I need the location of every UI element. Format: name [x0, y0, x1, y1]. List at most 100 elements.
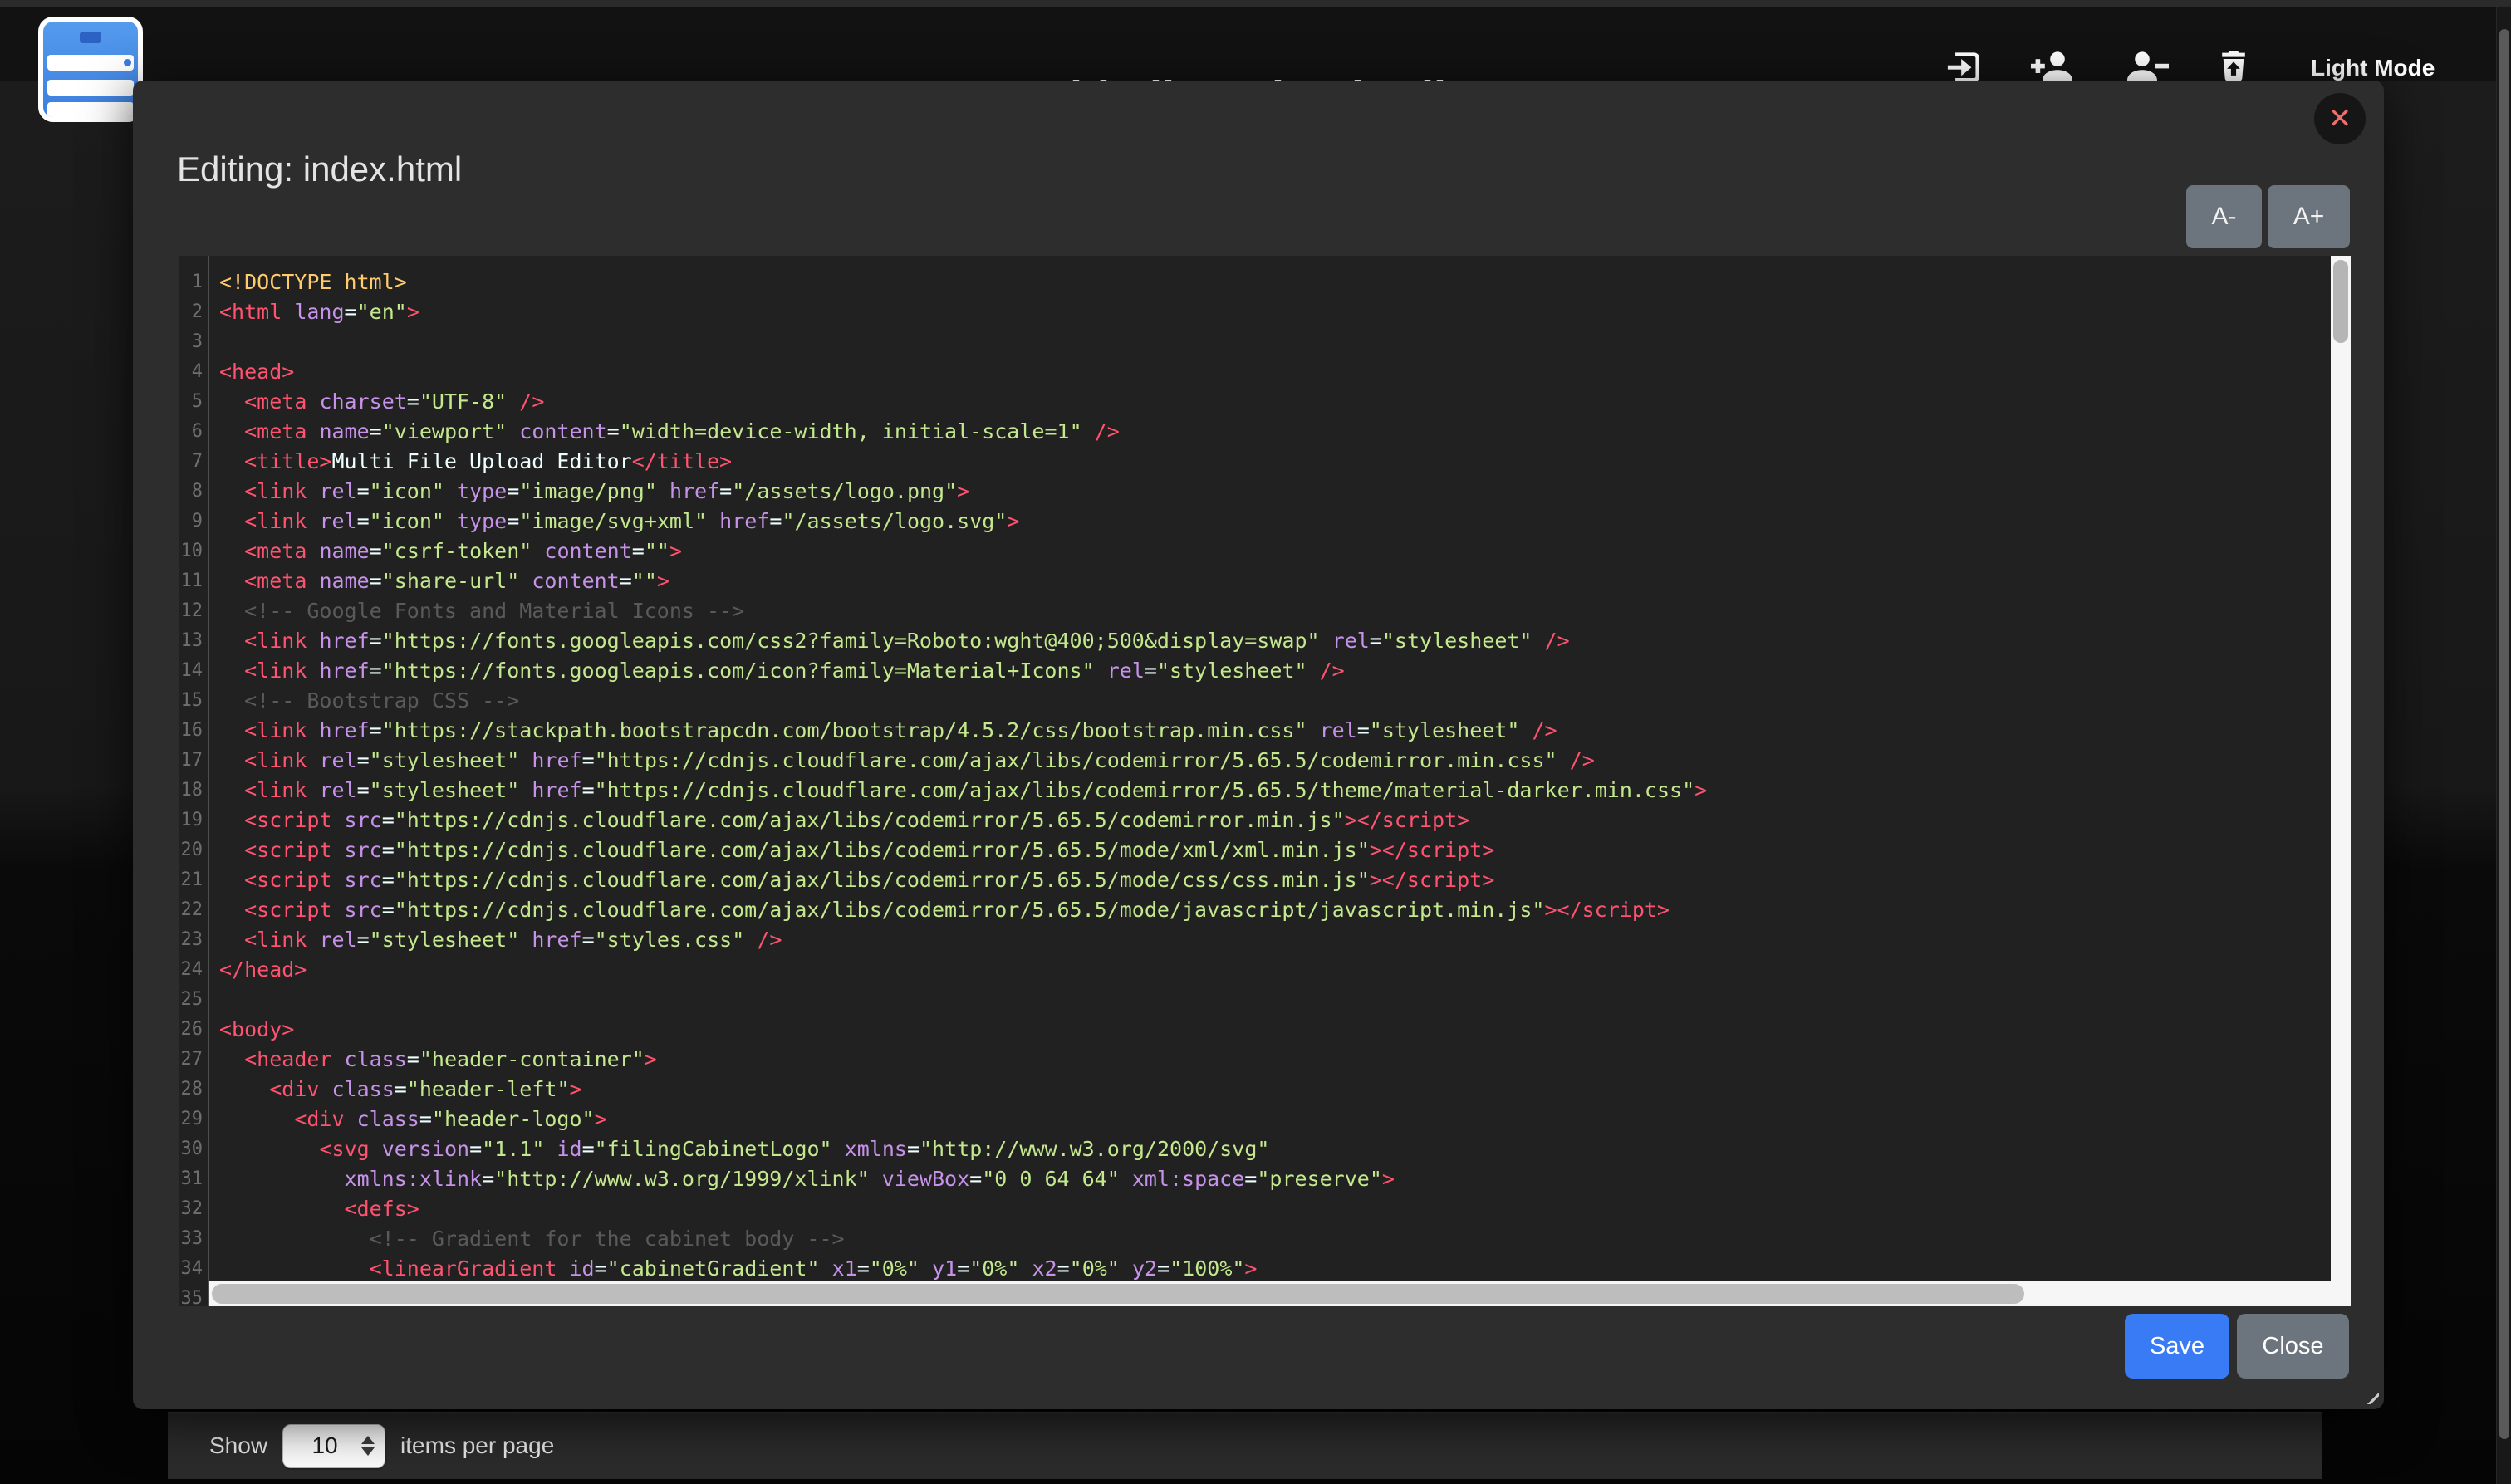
code-line[interactable]: <title>Multi File Upload Editor</title> — [219, 447, 2351, 477]
code-line[interactable]: <script src="https://cdnjs.cloudflare.co… — [219, 806, 2351, 835]
editor-vertical-scrollbar-thumb[interactable] — [2333, 260, 2348, 343]
logo-drawer-handle — [80, 32, 101, 43]
line-number: 12 — [179, 596, 208, 626]
items-per-page-label: items per page — [400, 1433, 554, 1459]
line-number: 22 — [179, 895, 208, 925]
line-number: 13 — [179, 626, 208, 656]
code-line[interactable]: <script src="https://cdnjs.cloudflare.co… — [219, 835, 2351, 865]
code-line[interactable]: <link rel="stylesheet" href="https://cdn… — [219, 746, 2351, 776]
app-logo — [38, 17, 143, 122]
page-scrollbar-thumb[interactable] — [2499, 29, 2509, 1439]
code-line[interactable] — [219, 985, 2351, 1015]
code-line[interactable]: <svg version="1.1" id="filingCabinetLogo… — [219, 1134, 2351, 1164]
code-line[interactable]: <link href="https://fonts.googleapis.com… — [219, 656, 2351, 686]
light-mode-toggle[interactable]: Light Mode — [2311, 55, 2435, 81]
line-number: 17 — [179, 746, 208, 776]
code-line[interactable]: <link rel="stylesheet" href="styles.css"… — [219, 925, 2351, 955]
logo-drawer-knob — [124, 59, 131, 66]
line-number: 3 — [179, 327, 208, 357]
line-number: 31 — [179, 1164, 208, 1194]
line-number: 14 — [179, 656, 208, 686]
line-number: 6 — [179, 417, 208, 447]
line-number: 7 — [179, 447, 208, 477]
line-number: 8 — [179, 477, 208, 507]
close-icon: ✕ — [2328, 105, 2352, 133]
line-number: 5 — [179, 387, 208, 417]
code-line[interactable]: <meta name="csrf-token" content=""> — [219, 536, 2351, 566]
restore-trash-icon[interactable] — [2214, 47, 2253, 85]
code-line[interactable]: <!-- Google Fonts and Material Icons --> — [219, 596, 2351, 626]
logo-drawer — [47, 102, 134, 118]
code-line[interactable]: <defs> — [219, 1194, 2351, 1224]
spinner-up-arrow-icon — [361, 1436, 375, 1444]
line-number: 9 — [179, 507, 208, 536]
line-number: 11 — [179, 566, 208, 596]
font-increase-button[interactable]: A+ — [2268, 185, 2350, 248]
code-line[interactable]: <meta name="viewport" content="width=dev… — [219, 417, 2351, 447]
code-line[interactable]: <header class="header-container"> — [219, 1045, 2351, 1075]
code-line[interactable]: <head> — [219, 357, 2351, 387]
code-line[interactable]: <!-- Gradient for the cabinet body --> — [219, 1224, 2351, 1254]
line-number: 25 — [179, 985, 208, 1015]
show-label: Show — [209, 1433, 267, 1459]
code-line[interactable]: <meta name="share-url" content=""> — [219, 566, 2351, 596]
code-line[interactable]: <link href="https://fonts.googleapis.com… — [219, 626, 2351, 656]
edit-modal: Editing: index.html ✕ A- A+ 123456789101… — [133, 81, 2384, 1409]
app-window: Multi File Upload Editor Light — [0, 0, 2511, 1484]
font-decrease-button[interactable]: A- — [2186, 185, 2262, 248]
page-scrollbar[interactable] — [2496, 7, 2511, 1484]
code-line[interactable]: <html lang="en"> — [219, 297, 2351, 327]
code-line[interactable]: <body> — [219, 1015, 2351, 1045]
line-number: 32 — [179, 1194, 208, 1224]
line-number: 15 — [179, 686, 208, 716]
code-line[interactable]: <script src="https://cdnjs.cloudflare.co… — [219, 895, 2351, 925]
line-number: 34 — [179, 1254, 208, 1284]
modal-close-button[interactable]: ✕ — [2314, 93, 2366, 144]
items-per-page-select[interactable]: 10 — [282, 1424, 385, 1468]
line-number: 24 — [179, 955, 208, 985]
logo-drawer — [47, 80, 134, 96]
code-line[interactable]: <div class="header-logo"> — [219, 1104, 2351, 1134]
modal-resize-handle[interactable] — [2356, 1381, 2379, 1404]
line-number: 10 — [179, 536, 208, 566]
code-line[interactable]: <link rel="icon" type="image/svg+xml" hr… — [219, 507, 2351, 536]
editor-gutter: 1234567891011121314151617181920212223242… — [179, 256, 209, 1306]
code-line[interactable]: <link rel="icon" type="image/png" href="… — [219, 477, 2351, 507]
code-line[interactable]: xmlns:xlink="http://www.w3.org/1999/xlin… — [219, 1164, 2351, 1194]
select-spinner-icon — [361, 1425, 375, 1467]
code-line[interactable]: <div class="header-left"> — [219, 1075, 2351, 1104]
line-number: 26 — [179, 1015, 208, 1045]
line-number: 33 — [179, 1224, 208, 1254]
code-line[interactable]: </head> — [219, 955, 2351, 985]
save-button[interactable]: Save — [2125, 1314, 2229, 1379]
code-line[interactable] — [219, 327, 2351, 357]
line-number: 18 — [179, 776, 208, 806]
line-number: 30 — [179, 1134, 208, 1164]
editor-horizontal-scrollbar[interactable] — [209, 1281, 2351, 1306]
code-line[interactable]: <!-- Bootstrap CSS --> — [219, 686, 2351, 716]
modal-title: Editing: index.html — [177, 149, 462, 189]
line-number: 23 — [179, 925, 208, 955]
line-number: 28 — [179, 1075, 208, 1104]
close-button[interactable]: Close — [2237, 1314, 2349, 1379]
code-line[interactable]: <linearGradient id="cabinetGradient" x1=… — [219, 1254, 2351, 1284]
code-editor[interactable]: 1234567891011121314151617181920212223242… — [179, 256, 2351, 1306]
line-number: 16 — [179, 716, 208, 746]
editor-code-area[interactable]: <!DOCTYPE html><html lang="en"> <head> <m… — [219, 256, 2351, 1306]
editor-vertical-scrollbar[interactable] — [2331, 256, 2351, 1306]
line-number: 29 — [179, 1104, 208, 1134]
line-number: 21 — [179, 865, 208, 895]
line-number: 35 — [179, 1284, 208, 1306]
code-line[interactable]: <link rel="stylesheet" href="https://cdn… — [219, 776, 2351, 806]
line-number: 27 — [179, 1045, 208, 1075]
line-number: 4 — [179, 357, 208, 387]
editor-horizontal-scrollbar-thumb[interactable] — [212, 1284, 2024, 1304]
line-number: 1 — [179, 267, 208, 297]
line-number: 20 — [179, 835, 208, 865]
code-line[interactable]: <meta charset="UTF-8" /> — [219, 387, 2351, 417]
line-number: 19 — [179, 806, 208, 835]
code-line[interactable]: <!DOCTYPE html> — [219, 267, 2351, 297]
code-line[interactable]: <script src="https://cdnjs.cloudflare.co… — [219, 865, 2351, 895]
window-top-strip — [0, 0, 2511, 7]
code-line[interactable]: <link href="https://stackpath.bootstrapc… — [219, 716, 2351, 746]
